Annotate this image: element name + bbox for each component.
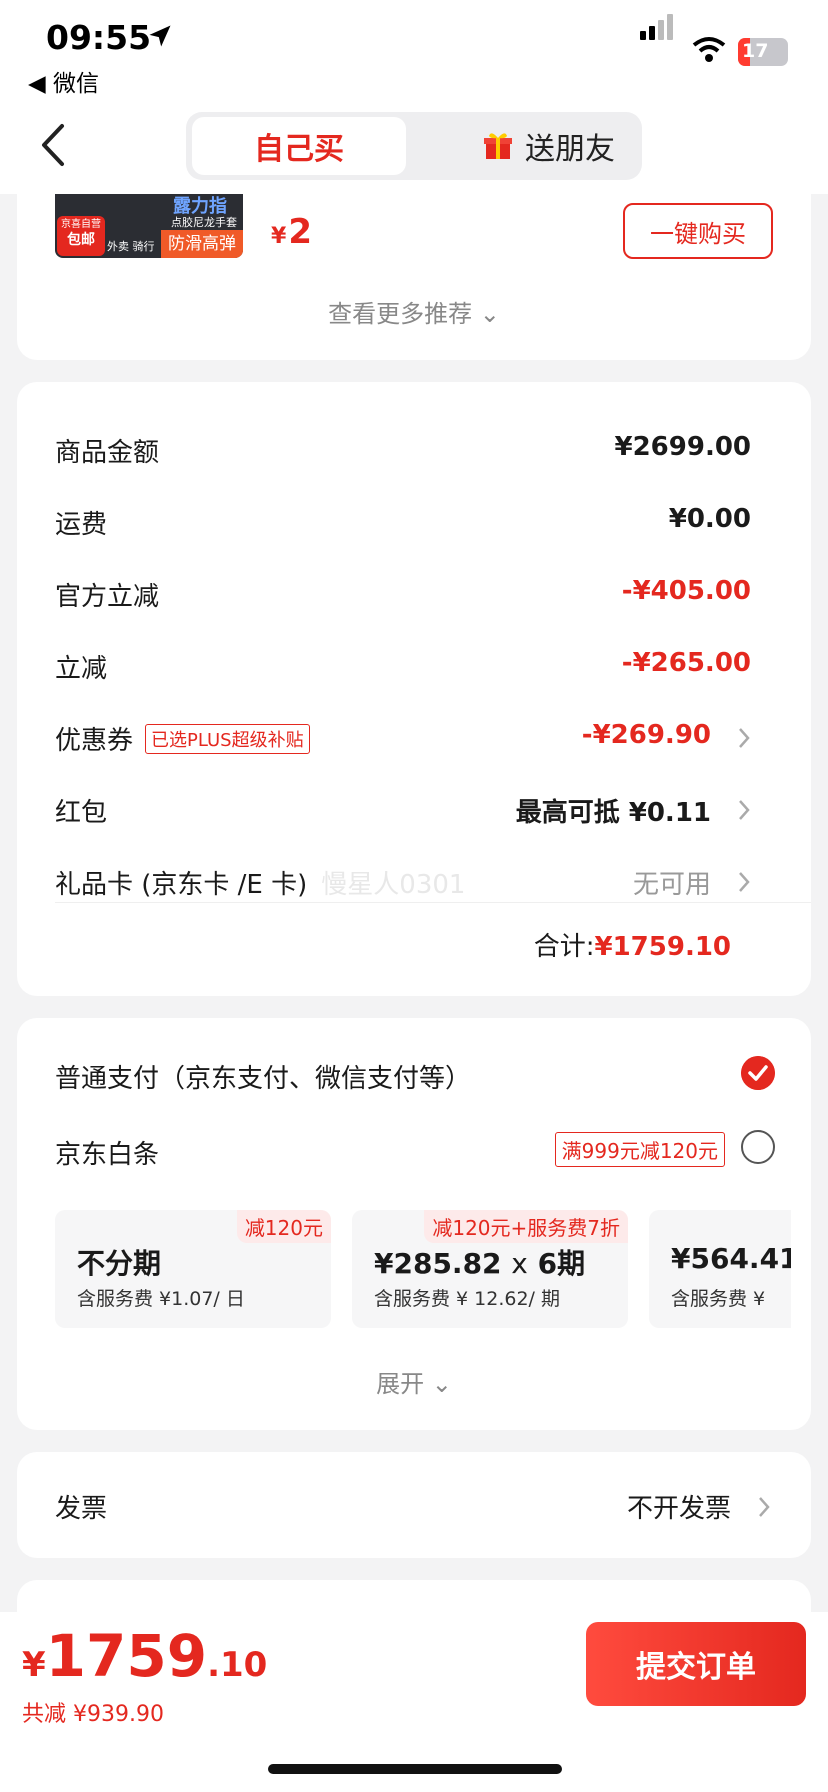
row-red-packet[interactable]: 红包 最高可抵 ¥0.11: [55, 788, 791, 828]
battery-icon: 17: [738, 38, 788, 66]
currency-symbol: ¥: [22, 1645, 46, 1685]
row-shipping: 运费 ¥0.00: [55, 500, 791, 540]
chevron-right-icon: [739, 872, 750, 892]
total-amount: ¥1759.10: [594, 932, 731, 962]
row-gift-card[interactable]: 礼品卡 (京东卡 /E 卡) 慢星人0301 无可用: [55, 860, 791, 900]
back-chevron-icon[interactable]: [38, 122, 68, 168]
purchase-mode-switch: 自己买 送朋友: [186, 112, 642, 180]
option-fee: 含服务费 ¥ 12.62/ 期: [374, 1288, 561, 1310]
home-indicator: [268, 1764, 562, 1774]
wifi-icon: [692, 37, 726, 62]
thumb-tag-main: 防滑高弹: [161, 230, 243, 258]
thumb-subtitle: 点胶尼龙手套: [171, 216, 237, 229]
price-detail-card: 商品金额 ¥2699.00 运费 ¥0.00 官方立减 -¥405.00 立减 …: [17, 382, 811, 996]
installment-option-none[interactable]: 减120元 不分期 含服务费 ¥1.07/ 日: [55, 1210, 331, 1328]
option-tag: 减120元: [236, 1210, 331, 1243]
free-shipping-badge: 京喜自营 包邮: [57, 216, 105, 256]
installment-options: 减120元 不分期 含服务费 ¥1.07/ 日 减120元+服务费7折 ¥285…: [55, 1210, 791, 1328]
status-time: 09:55: [46, 18, 152, 57]
row-value: -¥265.00: [621, 648, 751, 678]
more-recommendations-link[interactable]: 查看更多推荐 ⌄: [17, 294, 811, 329]
thumb-tag-small: 外卖 骑行: [107, 240, 155, 253]
price-integer: 1759: [45, 1622, 208, 1690]
row-instant-discount: 立减 -¥265.00: [55, 644, 791, 684]
payable-amount: ¥1759.10: [22, 1622, 267, 1690]
row-label: 优惠券: [55, 726, 134, 756]
row-label: 礼品卡 (京东卡 /E 卡): [55, 870, 308, 900]
invoice-value: 不开发票: [626, 1494, 731, 1524]
bottom-bar: ¥1759.10 共减 ¥939.90 提交订单: [0, 1612, 828, 1792]
baitiao-promo-tag: 满999元减120元: [554, 1132, 725, 1167]
row-label: 立减: [55, 654, 108, 684]
row-label: 运费: [55, 510, 108, 540]
battery-level: 17: [742, 40, 769, 62]
invoice-label: 发票: [55, 1494, 108, 1524]
row-official-discount: 官方立减 -¥405.00: [55, 572, 791, 612]
row-label: 商品金额: [55, 438, 160, 468]
option-fee: 含服务费 ¥: [671, 1288, 766, 1310]
total-label: 合计:: [533, 932, 595, 962]
option-main: ¥564.41: [671, 1242, 791, 1275]
price-decimal: .10: [207, 1645, 268, 1685]
row-value: -¥269.90: [581, 720, 711, 750]
option-amount: ¥285.82: [374, 1247, 502, 1280]
row-value: ¥2699.00: [614, 432, 751, 462]
divider: [55, 902, 811, 903]
option-main: 不分期: [77, 1247, 162, 1280]
radio-unchecked-icon[interactable]: [741, 1130, 775, 1164]
chevron-right-icon: [739, 728, 750, 748]
invoice-row[interactable]: 发票 不开发票: [17, 1452, 811, 1558]
location-arrow-icon: [149, 25, 171, 47]
row-value: -¥405.00: [621, 576, 751, 606]
badge-main: 包邮: [67, 232, 95, 248]
status-indicators: 17: [640, 14, 790, 68]
row-label: 官方立减: [55, 582, 160, 612]
gift-icon: [484, 133, 512, 159]
currency-symbol: ¥: [271, 224, 287, 249]
row-value: 最高可抵 ¥0.11: [515, 798, 711, 828]
recommend-price: ¥2: [271, 212, 312, 252]
plus-subsidy-tag: 已选PLUS超级补贴: [145, 723, 310, 754]
total-saved: 共减 ¥939.90: [22, 1702, 164, 1727]
row-coupon[interactable]: 优惠券 已选PLUS超级补贴 -¥269.90: [55, 716, 791, 756]
chevron-right-icon: [739, 800, 750, 820]
watermark-text: 慢星人0301: [321, 870, 466, 900]
back-to-wechat[interactable]: ◀ 微信: [28, 64, 99, 98]
badge-top: 京喜自营: [61, 219, 101, 230]
option-fee: 含服务费 ¥1.07/ 日: [77, 1288, 245, 1310]
submit-order-button[interactable]: 提交订单: [586, 1622, 806, 1706]
payment-normal-label: 普通支付（京东支付、微信支付等）: [55, 1064, 472, 1094]
option-main: ¥285.82 x 6期: [374, 1242, 585, 1282]
option-tag: 减120元+服务费7折: [424, 1210, 628, 1243]
tab-send-to-friend[interactable]: 送朋友: [456, 117, 642, 175]
header: 09:55 ◀ 微信 17 自己买 送朋友: [0, 0, 828, 194]
option-times: x: [511, 1247, 528, 1280]
row-goods-amount: 商品金额 ¥2699.00: [55, 428, 791, 468]
one-click-buy-button[interactable]: 一键购买: [623, 203, 773, 259]
installment-option-3[interactable]: ¥564.41 含服务费 ¥: [649, 1210, 791, 1328]
total-line: 合计:¥1759.10: [534, 926, 731, 963]
check-circle-icon[interactable]: [741, 1056, 775, 1090]
tab-buy-for-self[interactable]: 自己买: [192, 117, 406, 175]
product-thumbnail[interactable]: 露力指 点胶尼龙手套 京喜自营 包邮 外卖 骑行 防滑高弹: [55, 190, 243, 258]
expand-installments-link[interactable]: 展开 ⌄: [17, 1364, 811, 1399]
row-value: ¥0.00: [668, 504, 751, 534]
row-value: 无可用: [632, 870, 711, 900]
payment-baitiao-label: 京东白条: [55, 1140, 160, 1170]
option-period: 6期: [537, 1247, 586, 1280]
row-label: 红包: [55, 798, 108, 828]
payment-normal-option[interactable]: 普通支付（京东支付、微信支付等）: [55, 1056, 775, 1095]
chevron-right-icon: [759, 1497, 770, 1517]
installment-option-6[interactable]: 减120元+服务费7折 ¥285.82 x 6期 含服务费 ¥ 12.62/ 期: [352, 1210, 628, 1328]
payment-card: 普通支付（京东支付、微信支付等） 京东白条 满999元减120元 减120元 不…: [17, 1018, 811, 1430]
payment-baitiao-option[interactable]: 京东白条 满999元减120元: [55, 1130, 775, 1171]
tab-send-to-friend-label: 送朋友: [525, 132, 615, 167]
recommend-price-value: 2: [288, 212, 312, 252]
